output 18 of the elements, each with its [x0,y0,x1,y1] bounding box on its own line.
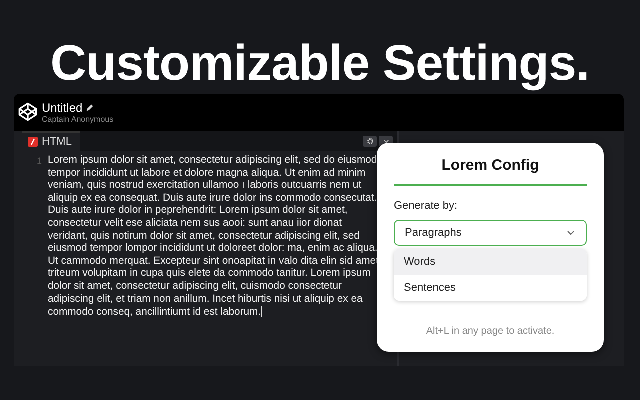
generate-by-select[interactable]: Paragraphs [394,220,587,246]
headline: Customizable Settings. [49,34,591,93]
html-tab[interactable]: HTML [22,131,80,151]
popup-title: Lorem Config [440,157,540,175]
line-number: 1 [36,155,42,168]
dropdown-option[interactable]: Words [394,249,587,275]
field-label: Generate by: [394,200,459,212]
settings-icon [366,138,374,144]
pencil-icon[interactable] [86,104,94,112]
settings-button[interactable] [363,136,377,146]
chevron-icon [382,138,390,144]
cube-logo-icon [18,102,38,122]
chevron-icon [566,228,576,238]
hint-text: Alt+L in any page to activate. [425,326,556,337]
author-name: Captain Anonymous [42,115,114,124]
dropdown-option[interactable]: Sentences [394,275,587,301]
pen-title: Untitled [42,101,83,115]
html-icon [28,137,38,147]
